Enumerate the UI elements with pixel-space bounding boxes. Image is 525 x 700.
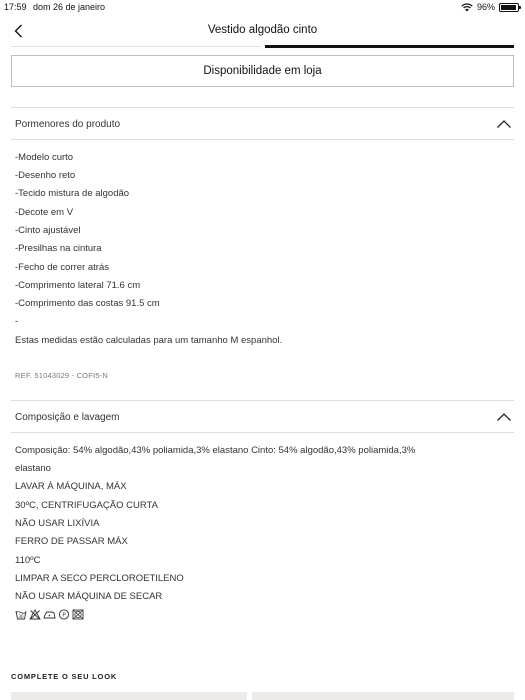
no-tumble-dry-icon <box>72 609 84 620</box>
detail-line: -Tecido mistura de algodão <box>15 188 130 199</box>
product-details-title: Pormenores do produto <box>15 118 121 130</box>
status-bar: 17:59 dom 26 de janeiro 96% <box>0 0 525 14</box>
composition-header[interactable]: Composição e lavagem <box>11 402 514 432</box>
divider <box>11 139 514 140</box>
status-right: 96% <box>461 2 521 12</box>
battery-percent: 96% <box>476 2 495 12</box>
svg-text:P: P <box>62 613 66 619</box>
store-availability-button[interactable]: Disponibilidade em loja <box>11 55 514 87</box>
battery-fill <box>501 4 517 10</box>
product-reference: REF. 51043029 - COFI5-N <box>15 371 108 380</box>
care-icons: 30 P <box>15 609 84 620</box>
divider <box>11 107 514 108</box>
chevron-up-icon[interactable] <box>496 412 512 422</box>
detail-line: -Modelo curto <box>15 152 74 163</box>
status-date: dom 26 de janeiro <box>33 2 106 12</box>
composition-title: Composição e lavagem <box>15 411 120 423</box>
care-line: 110ºC <box>15 555 41 566</box>
care-line: LIMPAR A SECO PERCLOROETILENO <box>15 573 184 584</box>
svg-text:30: 30 <box>18 614 24 619</box>
battery-icon <box>499 2 521 12</box>
divider <box>11 432 514 433</box>
product-details-header[interactable]: Pormenores do produto <box>11 109 514 139</box>
detail-line: - <box>15 316 19 327</box>
composition-line: elastano <box>15 463 51 474</box>
page-title: Vestido algodão cinto <box>207 24 318 36</box>
composition-line: Composição: 54% algodão,43% poliamida,3%… <box>15 445 416 456</box>
care-line: FERRO DE PASSAR MÁX <box>15 536 128 547</box>
look-product-thumbnail[interactable] <box>11 692 247 700</box>
care-line: LAVAR À MÁQUINA, MÁX <box>15 481 127 492</box>
wash-30-icon: 30 <box>15 610 27 620</box>
dry-clean-p-icon: P <box>58 609 70 620</box>
care-line: NÃO USAR LIXÍVIA <box>15 518 100 529</box>
detail-line: -Cinto ajustável <box>15 225 81 236</box>
iron-icon <box>43 611 56 619</box>
detail-line: -Comprimento das costas 91.5 cm <box>15 298 160 309</box>
detail-line: -Desenho reto <box>15 170 76 181</box>
divider <box>11 400 514 401</box>
tab-indicator-inactive <box>11 46 261 47</box>
complete-look-title: COMPLETE O SEU LOOK <box>11 672 118 681</box>
look-product-thumbnail[interactable] <box>252 692 514 700</box>
tab-indicator-active <box>265 45 514 48</box>
chevron-up-icon[interactable] <box>496 119 512 129</box>
no-bleach-icon <box>29 609 41 620</box>
wifi-icon <box>461 2 473 11</box>
size-note: Estas medidas estão calculadas para um t… <box>15 335 283 346</box>
status-time: 17:59 <box>4 2 27 12</box>
care-line: 30ºC, CENTRIFUGAÇÃO CURTA <box>15 500 158 511</box>
detail-line: -Presilhas na cintura <box>15 243 102 254</box>
care-line: NÃO USAR MÁQUINA DE SECAR <box>15 591 163 602</box>
detail-line: -Comprimento lateral 71.6 cm <box>15 280 141 291</box>
detail-line: -Fecho de correr atrás <box>15 262 109 273</box>
detail-line: -Decote em V <box>15 207 74 218</box>
